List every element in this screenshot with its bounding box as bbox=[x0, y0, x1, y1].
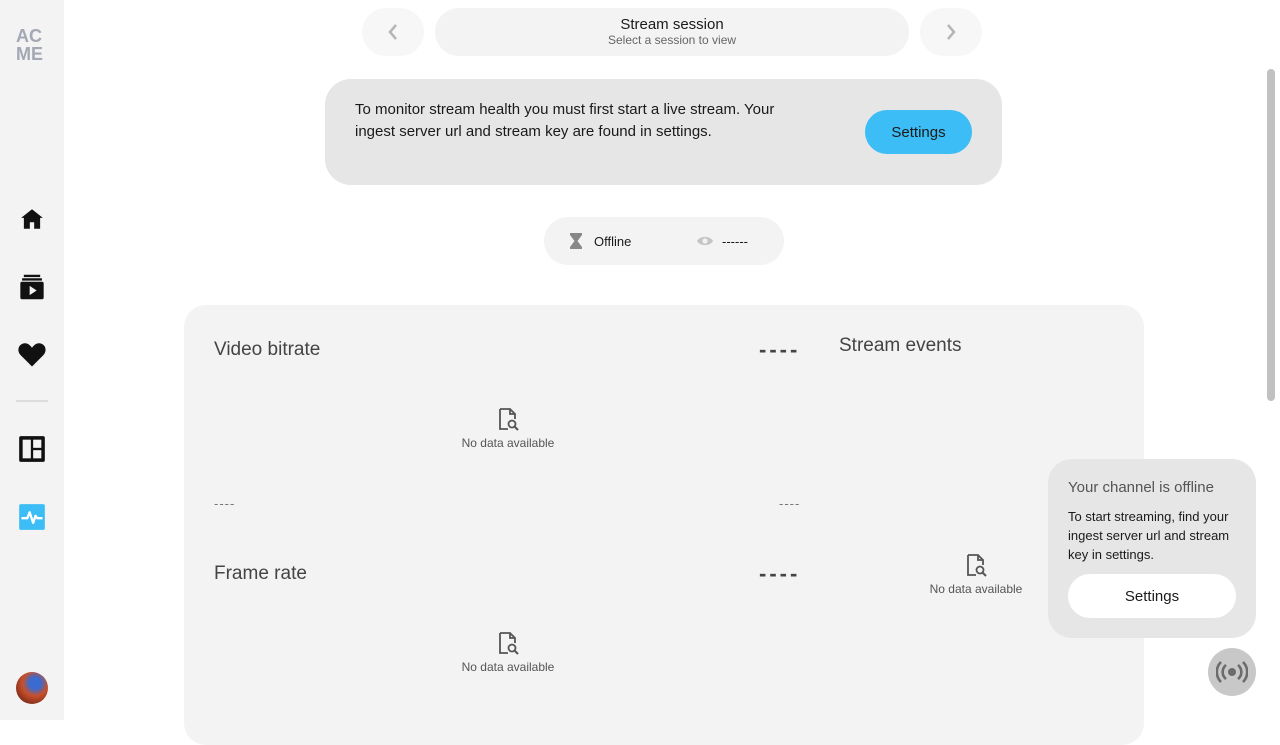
stream-state: Offline bbox=[570, 217, 631, 265]
sidebar: AC ME bbox=[0, 0, 64, 720]
heart-icon bbox=[18, 343, 46, 367]
broadcast-icon bbox=[1216, 661, 1248, 683]
stream-events-empty-label: No data available bbox=[929, 582, 1023, 596]
popup-settings-button[interactable]: Settings bbox=[1068, 574, 1236, 618]
eye-icon bbox=[697, 236, 713, 246]
sidebar-divider bbox=[16, 400, 48, 402]
sidebar-item-videos[interactable] bbox=[16, 271, 48, 303]
stream-health-icon bbox=[19, 504, 45, 530]
banner-settings-button[interactable]: Settings bbox=[865, 110, 972, 154]
hourglass-icon bbox=[570, 233, 582, 249]
next-session-button[interactable] bbox=[920, 8, 982, 56]
stream-events-title: Stream events bbox=[839, 335, 962, 356]
sidebar-item-stream-health[interactable] bbox=[16, 501, 48, 533]
sidebar-item-home[interactable] bbox=[16, 203, 48, 235]
video-bitrate-title: Video bitrate bbox=[214, 339, 321, 360]
home-icon bbox=[21, 209, 43, 229]
chevron-left-icon bbox=[388, 24, 397, 40]
video-bitrate-empty-label: No data available bbox=[461, 436, 555, 450]
frame-rate-title: Frame rate bbox=[214, 563, 307, 584]
document-search-icon bbox=[967, 554, 987, 577]
channel-offline-popup: Your channel is offline To start streami… bbox=[1048, 459, 1256, 638]
video-bitrate-empty-state: No data available bbox=[438, 408, 578, 450]
dashboard-icon bbox=[19, 436, 45, 462]
session-subtitle: Select a session to view bbox=[607, 33, 737, 47]
go-live-button[interactable] bbox=[1208, 648, 1256, 696]
popup-title: Your channel is offline bbox=[1068, 479, 1214, 496]
document-search-icon bbox=[499, 632, 519, 655]
chevron-right-icon bbox=[947, 24, 956, 40]
video-bitrate-axis-end: ---- bbox=[779, 496, 801, 511]
popup-message: To start streaming, find your ingest ser… bbox=[1068, 509, 1230, 562]
session-title: Stream session bbox=[620, 16, 724, 33]
sidebar-item-dashboard[interactable] bbox=[16, 433, 48, 465]
user-avatar[interactable] bbox=[16, 672, 48, 704]
stream-events-empty-state: No data available bbox=[906, 554, 1046, 596]
frame-rate-value: ---- bbox=[759, 561, 801, 586]
frame-rate-empty-label: No data available bbox=[461, 660, 555, 674]
sidebar-item-favorites[interactable] bbox=[16, 338, 48, 370]
metrics-card: Video bitrate ---- No data available ---… bbox=[184, 305, 1144, 745]
frame-rate-empty-state: No data available bbox=[438, 632, 578, 674]
previous-session-button[interactable] bbox=[362, 8, 424, 56]
page-scrollbar[interactable] bbox=[1267, 69, 1275, 401]
video-library-icon bbox=[20, 274, 44, 300]
stream-status-pill: Offline ------ bbox=[544, 217, 784, 265]
stream-state-label: Offline bbox=[594, 233, 632, 249]
document-search-icon bbox=[499, 408, 519, 431]
viewer-count: ------ bbox=[696, 217, 748, 265]
session-selector[interactable]: Stream session Select a session to view bbox=[435, 8, 909, 56]
video-bitrate-value: ---- bbox=[759, 337, 801, 362]
acme-logo[interactable]: AC ME bbox=[16, 27, 50, 63]
viewer-count-value: ------ bbox=[722, 233, 748, 249]
stream-notice-banner: To monitor stream health you must first … bbox=[325, 79, 1002, 185]
video-bitrate-axis-start: ---- bbox=[214, 496, 236, 511]
banner-message: To monitor stream health you must first … bbox=[355, 101, 775, 140]
